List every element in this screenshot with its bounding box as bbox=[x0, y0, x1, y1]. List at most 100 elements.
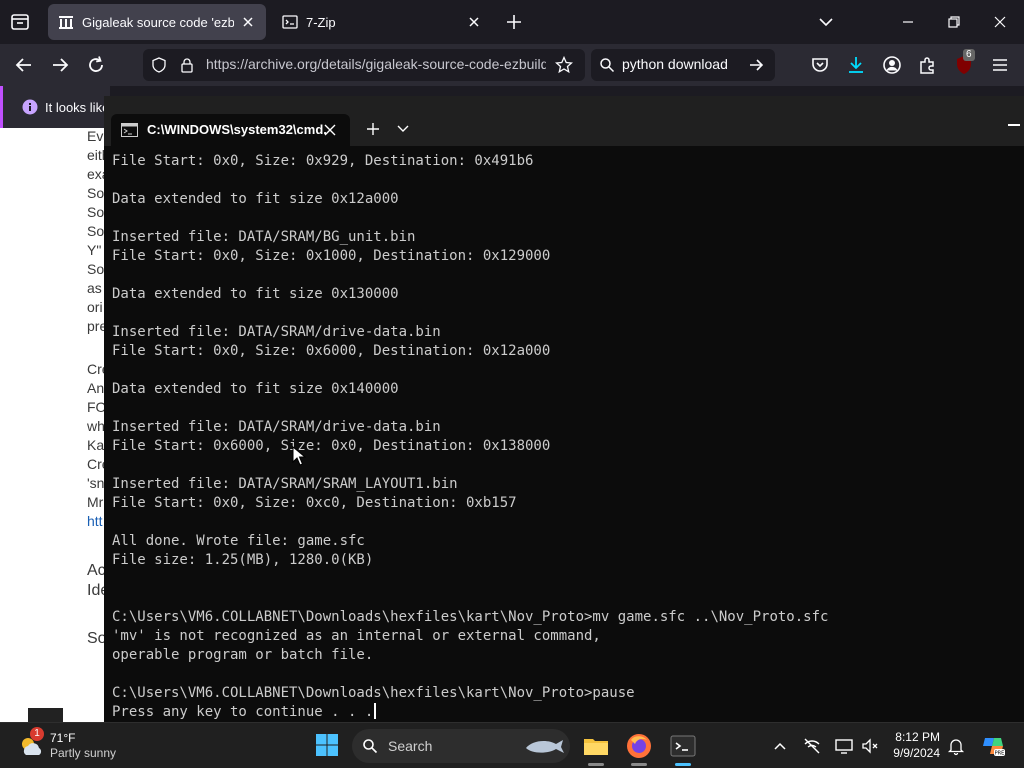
search-icon bbox=[600, 58, 615, 73]
dropdown-chevron-icon[interactable] bbox=[397, 124, 409, 134]
taskbar-terminal[interactable] bbox=[669, 732, 697, 766]
restore-icon[interactable] bbox=[942, 10, 966, 34]
desktop: Gigaleak source code 'ezbuild' 7-Zip htt… bbox=[0, 0, 1024, 768]
notification-bell-icon[interactable] bbox=[946, 736, 966, 756]
minimize-icon[interactable] bbox=[896, 10, 920, 34]
windows-start-icon[interactable] bbox=[315, 733, 339, 757]
taskbar-firefox[interactable] bbox=[625, 732, 653, 766]
page-dark-block bbox=[28, 708, 63, 723]
taskbar-file-explorer[interactable] bbox=[582, 732, 610, 766]
terminal-line: Data extended to fit size 0x140000 bbox=[112, 381, 399, 397]
taskbar-clock[interactable]: 8:12 PM 9/9/2024 bbox=[880, 729, 940, 761]
display-icon[interactable] bbox=[834, 736, 854, 756]
reload-icon[interactable] bbox=[84, 53, 108, 77]
close-tab-icon[interactable] bbox=[466, 14, 482, 30]
page-text-fragment: 'sn bbox=[87, 475, 105, 491]
search-bar[interactable]: python download bbox=[591, 49, 775, 81]
account-icon[interactable] bbox=[880, 53, 904, 77]
search-highlight-whale-icon bbox=[526, 740, 564, 753]
page-text-fragment: ori bbox=[87, 299, 103, 315]
terminal-tab-cmd[interactable]: C:\WINDOWS\system32\cmd. bbox=[111, 114, 350, 146]
terminal-output[interactable]: File Start: 0x0, Size: 0x929, Destinatio… bbox=[112, 152, 1017, 722]
terminal-line: File Start: 0x0, Size: 0xc0, Destination… bbox=[112, 495, 517, 511]
terminal-line: Press any key to continue . . . bbox=[112, 703, 1017, 722]
page-text-fragment: An bbox=[87, 380, 105, 396]
terminal-line: Inserted file: DATA/SRAM/SRAM_LAYOUT1.bi… bbox=[112, 476, 458, 492]
running-indicator bbox=[631, 763, 647, 766]
page-text-fragment: So bbox=[87, 185, 105, 201]
network-disconnected-icon[interactable] bbox=[802, 736, 822, 756]
terminal-tab-title: C:\WINDOWS\system32\cmd. bbox=[147, 122, 327, 137]
forward-arrow-icon[interactable] bbox=[48, 53, 72, 77]
7zip-icon bbox=[282, 15, 298, 29]
pocket-icon[interactable] bbox=[808, 53, 832, 77]
notification-text: It looks like bbox=[45, 100, 110, 115]
page-text-fragment: Ac bbox=[87, 562, 106, 579]
page-text-fragment: wh bbox=[87, 418, 105, 434]
close-window-icon[interactable] bbox=[988, 10, 1012, 34]
back-arrow-icon[interactable] bbox=[12, 53, 36, 77]
url-text[interactable]: https://archive.org/details/gigaleak-sou… bbox=[206, 56, 546, 72]
notification-bar: It looks like bbox=[0, 86, 110, 128]
tab-title: 7-Zip bbox=[306, 14, 336, 30]
lock-icon[interactable] bbox=[179, 57, 195, 73]
volume-muted-icon[interactable] bbox=[860, 736, 880, 756]
terminal-line: All done. Wrote file: game.sfc bbox=[112, 533, 365, 549]
terminal-line: 'mv' is not recognized as an internal or… bbox=[112, 628, 601, 644]
taskbar-search-placeholder: Search bbox=[388, 738, 433, 754]
terminal-line: File Start: 0x6000, Size: 0x0, Destinati… bbox=[112, 438, 551, 454]
running-indicator bbox=[675, 763, 691, 766]
weather-temperature: 71°F bbox=[50, 731, 76, 745]
browser-nav-bar: https://archive.org/details/gigaleak-sou… bbox=[0, 44, 1024, 86]
mouse-cursor-icon bbox=[292, 446, 306, 466]
terminal-line: File Start: 0x0, Size: 0x1000, Destinati… bbox=[112, 248, 551, 264]
browser-tab-gigaleak[interactable]: Gigaleak source code 'ezbuild' bbox=[48, 4, 266, 40]
extensions-puzzle-icon[interactable] bbox=[916, 53, 940, 77]
taskbar-search-box[interactable]: Search bbox=[352, 729, 570, 763]
weather-widget[interactable]: 1 71°F Partly sunny bbox=[16, 727, 126, 763]
new-tab-icon[interactable] bbox=[504, 12, 524, 32]
ublock-extension-button[interactable]: 6 bbox=[952, 49, 976, 77]
terminal-line: File Start: 0x0, Size: 0x929, Destinatio… bbox=[112, 153, 534, 169]
page-text-fragment: htt bbox=[87, 513, 103, 529]
terminal-line: Data extended to fit size 0x130000 bbox=[112, 286, 399, 302]
browser-tab-7zip[interactable]: 7-Zip bbox=[272, 4, 492, 40]
terminal-line: Inserted file: DATA/SRAM/drive-data.bin bbox=[112, 324, 441, 340]
close-tab-icon[interactable] bbox=[240, 14, 256, 30]
terminal-line: operable program or batch file. bbox=[112, 647, 374, 663]
terminal-line: C:\Users\VM6.COLLABNET\Downloads\hexfile… bbox=[112, 609, 829, 625]
firefox-view-icon[interactable] bbox=[6, 10, 34, 34]
taskbar: 1 71°F Partly sunny Search 8:12 PM 9/9/2… bbox=[0, 722, 1024, 768]
terminal-line: Inserted file: DATA/SRAM/BG_unit.bin bbox=[112, 229, 416, 245]
close-tab-icon[interactable] bbox=[323, 123, 337, 137]
new-tab-plus-icon[interactable] bbox=[366, 122, 380, 136]
downloads-icon[interactable] bbox=[844, 53, 868, 77]
page-text-fragment: So bbox=[87, 204, 105, 220]
bookmark-star-icon[interactable] bbox=[555, 56, 573, 74]
terminal-minimize-icon[interactable] bbox=[1008, 124, 1020, 126]
url-bar[interactable]: https://archive.org/details/gigaleak-sou… bbox=[143, 49, 585, 81]
search-query[interactable]: python download bbox=[622, 56, 728, 72]
terminal-title-bar: C:\WINDOWS\system32\cmd. bbox=[104, 96, 1024, 146]
terminal-icon bbox=[670, 735, 696, 757]
hamburger-menu-icon[interactable] bbox=[988, 53, 1012, 77]
list-all-tabs-chevron-icon[interactable] bbox=[816, 12, 836, 32]
archive-org-icon bbox=[59, 16, 73, 29]
copilot-icon[interactable]: PRE bbox=[980, 733, 1006, 759]
show-hidden-icons-chevron-icon[interactable] bbox=[770, 736, 790, 756]
page-text-fragment: Y" bbox=[87, 242, 102, 258]
shield-icon[interactable] bbox=[151, 57, 167, 73]
folder-icon bbox=[584, 739, 608, 755]
go-arrow-icon[interactable] bbox=[747, 56, 765, 74]
terminal-window: C:\WINDOWS\system32\cmd. File Start: 0x0… bbox=[104, 96, 1024, 723]
page-text-fragment: Ka bbox=[87, 437, 105, 453]
